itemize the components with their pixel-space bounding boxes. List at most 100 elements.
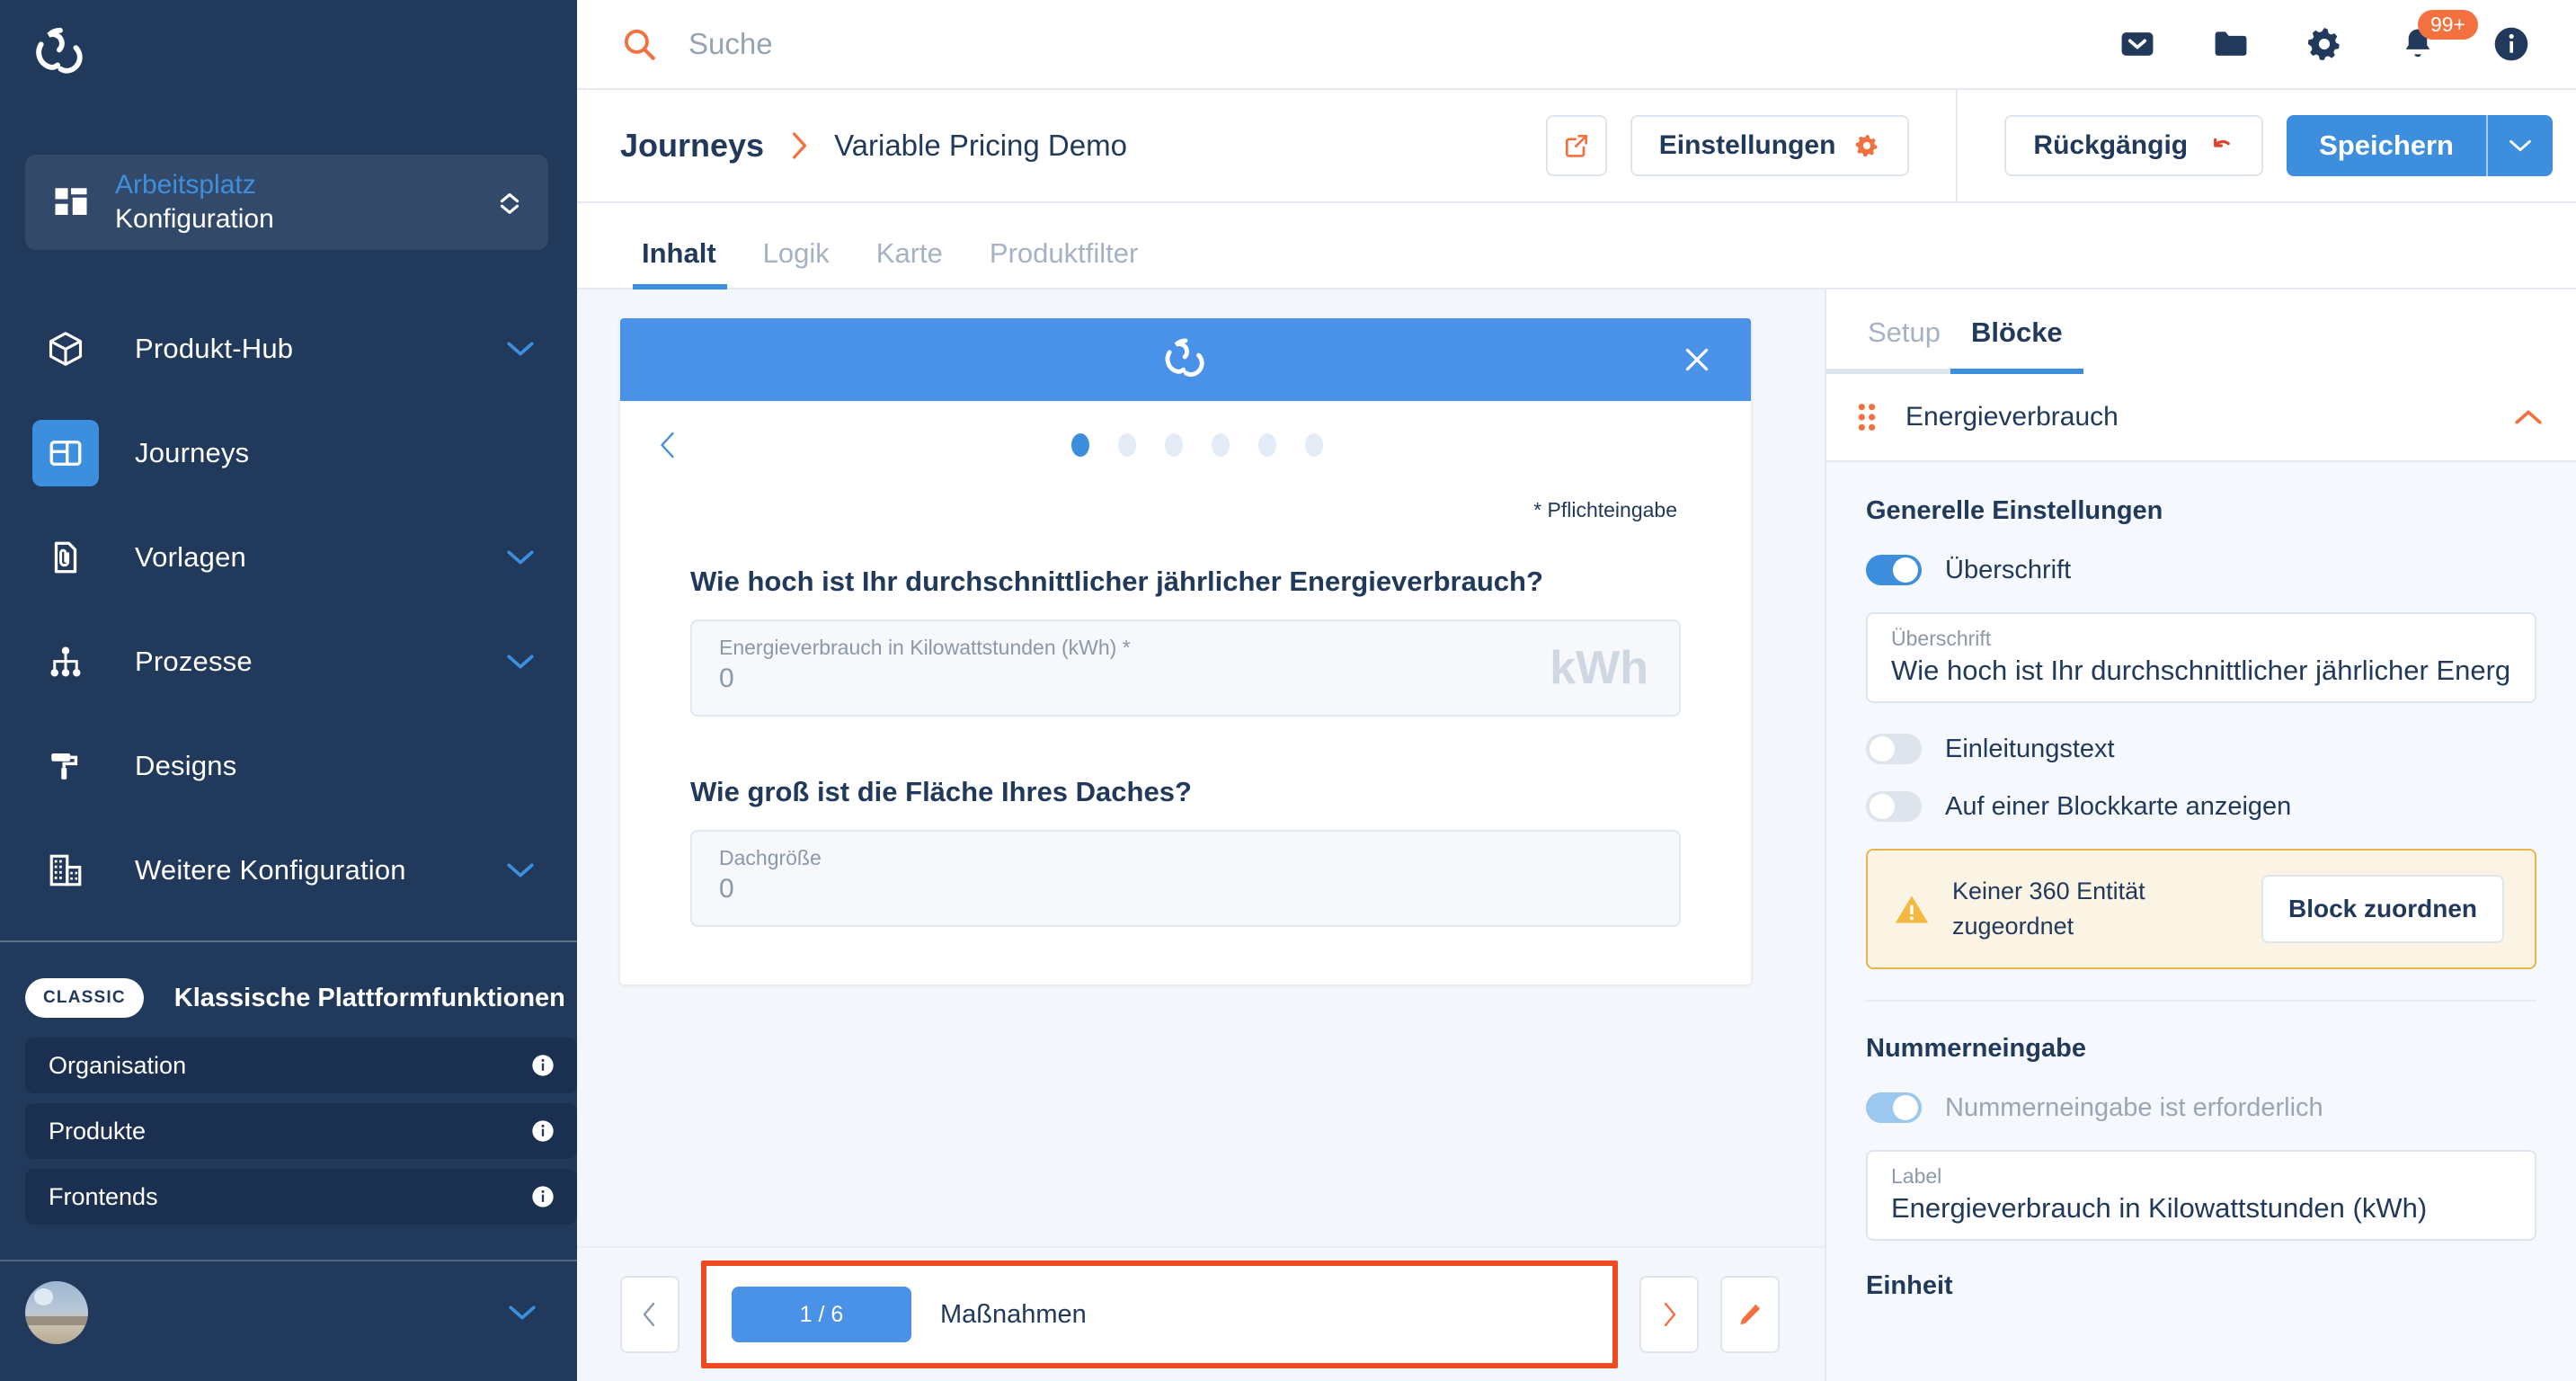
- gear-icon[interactable]: [2305, 24, 2344, 64]
- chevron-down-icon[interactable]: [505, 548, 536, 567]
- classic-items: Organisation Produkte Frontends: [0, 1038, 577, 1234]
- mail-icon[interactable]: [2118, 24, 2157, 64]
- tab-logik[interactable]: Logik: [740, 237, 853, 288]
- block-header[interactable]: Energieverbrauch: [1826, 374, 2576, 462]
- classic-item-label: Organisation: [49, 1051, 187, 1079]
- sidebar-item-designs[interactable]: Designs: [0, 714, 577, 818]
- classic-title: Klassische Plattformfunktionen: [173, 983, 565, 1012]
- settings-button[interactable]: Einstellungen: [1630, 115, 1910, 176]
- sidebar-item-vorlagen[interactable]: Vorlagen: [0, 505, 577, 610]
- toggle-einleitungstext-row[interactable]: Einleitungstext: [1866, 734, 2536, 764]
- prev-page-button[interactable]: [620, 1276, 680, 1353]
- save-dropdown-button[interactable]: [2488, 115, 2553, 176]
- search-input[interactable]: [688, 27, 1156, 61]
- avatar[interactable]: [25, 1281, 88, 1344]
- save-button[interactable]: Speichern: [2287, 115, 2486, 176]
- sidebar-item-organisation[interactable]: Organisation: [25, 1038, 577, 1093]
- primary-nav: Produkt-Hub Journeys Vorlagen Prozesse D…: [0, 297, 577, 922]
- current-page-strip[interactable]: 1 / 6 Maßnahmen: [701, 1261, 1618, 1368]
- block-title: Energieverbrauch: [1905, 402, 2119, 432]
- undo-button[interactable]: Rückgängig: [2004, 115, 2264, 176]
- chevron-left-icon[interactable]: [656, 430, 680, 460]
- drag-dots-icon[interactable]: [1855, 402, 1879, 432]
- close-icon[interactable]: [1681, 343, 1713, 376]
- sidebar-item-frontends[interactable]: Frontends: [25, 1169, 577, 1225]
- general-settings-title: Generelle Einstellungen: [1866, 496, 2163, 525]
- assign-block-button[interactable]: Block zuordnen: [2261, 875, 2505, 944]
- open-external-button[interactable]: [1545, 115, 1607, 176]
- step-dot[interactable]: [1305, 433, 1323, 457]
- step-dot[interactable]: [1118, 433, 1136, 457]
- sidebar-item-weitere-konfiguration[interactable]: Weitere Konfiguration: [0, 818, 577, 922]
- label-text-field[interactable]: Label Energieverbrauch in Kilowattstunde…: [1866, 1150, 2536, 1242]
- global-search[interactable]: [577, 25, 2118, 63]
- sidebar-item-produkt-hub[interactable]: Produkt-Hub: [0, 297, 577, 401]
- sidebar-item-label: Vorlagen: [135, 541, 246, 573]
- chevron-left-icon: [643, 1302, 655, 1327]
- energy-input-field[interactable]: Energieverbrauch in Kilowattstunden (kWh…: [690, 619, 1681, 717]
- chevron-up-down-icon[interactable]: [494, 187, 525, 218]
- inspector-panel: Setup Blöcke Energieverbrauch Generelle …: [1825, 290, 2576, 1381]
- sidebar-item-journeys[interactable]: Journeys: [0, 401, 577, 505]
- warning-triangle-icon: [1895, 895, 1929, 923]
- tab-karte[interactable]: Karte: [853, 237, 966, 288]
- toggle-blockkarte-row[interactable]: Auf einer Blockkarte anzeigen: [1866, 791, 2536, 822]
- refresh-circle-logo-icon: [36, 27, 83, 74]
- toggle-label: Einleitungstext: [1945, 734, 2115, 763]
- user-account-row[interactable]: [0, 1261, 577, 1344]
- step-dot[interactable]: [1212, 433, 1230, 457]
- sidebar-item-prozesse[interactable]: Prozesse: [0, 610, 577, 714]
- sidebar-item-produkte[interactable]: Produkte: [25, 1103, 577, 1159]
- save-button-group[interactable]: Speichern: [2287, 115, 2553, 176]
- next-page-button[interactable]: [1639, 1276, 1699, 1353]
- folder-icon[interactable]: [2211, 24, 2251, 64]
- field-value: 0: [719, 664, 734, 693]
- info-icon[interactable]: [2492, 24, 2531, 64]
- info-icon[interactable]: [530, 1118, 555, 1144]
- step-dot[interactable]: [1165, 433, 1183, 457]
- search-icon[interactable]: [620, 25, 658, 63]
- document-clip-icon: [32, 524, 99, 591]
- tab-inhalt[interactable]: Inhalt: [620, 237, 740, 290]
- pencil-icon: [1740, 1304, 1761, 1325]
- chevron-up-icon[interactable]: [2513, 407, 2544, 427]
- app-logo[interactable]: [0, 0, 577, 117]
- breadcrumb-root[interactable]: Journeys: [620, 127, 764, 165]
- toggle-knob: [1893, 557, 1918, 583]
- field-value: Wie hoch ist Ihr durchschnittlicher jähr…: [1891, 655, 2511, 686]
- toggle-ueberschrift[interactable]: [1866, 555, 1922, 585]
- edit-page-button[interactable]: [1720, 1276, 1780, 1353]
- toggle-number-required-row[interactable]: Nummerneingabe ist erforderlich: [1866, 1092, 2536, 1124]
- toggle-blockkarte[interactable]: [1866, 791, 1922, 822]
- notification-badge: 99+: [2418, 10, 2479, 40]
- chevron-down-icon[interactable]: [507, 1303, 537, 1323]
- warning-text: Keiner 360 Entität zugeordnet: [1952, 878, 2145, 940]
- refresh-circle-logo-icon: [1165, 338, 1204, 378]
- heading-text-field[interactable]: Überschrift Wie hoch ist Ihr durchschnit…: [1866, 612, 2536, 703]
- tab-setup[interactable]: Setup: [1868, 316, 1971, 369]
- nav-chevron-placeholder: [505, 756, 536, 776]
- sidebar-item-label: Designs: [135, 750, 237, 781]
- preview-header: [620, 318, 1751, 401]
- unit-section-title: Einheit: [1866, 1271, 1953, 1301]
- sidebar-item-label: Prozesse: [135, 646, 253, 677]
- paint-roller-icon: [32, 733, 99, 799]
- roof-size-input-field[interactable]: Dachgröße 0: [690, 830, 1681, 927]
- chevron-down-icon[interactable]: [505, 860, 536, 880]
- step-dot[interactable]: [1071, 433, 1089, 457]
- bell-icon[interactable]: 99+: [2398, 10, 2479, 64]
- info-icon[interactable]: [530, 1184, 555, 1209]
- workspace-switcher[interactable]: Arbeitsplatz Konfiguration: [25, 155, 548, 250]
- toggle-number-required[interactable]: [1866, 1092, 1922, 1124]
- inspector-tabs: Setup Blöcke: [1826, 290, 2576, 369]
- toggle-ueberschrift-row[interactable]: Überschrift: [1866, 555, 2536, 585]
- tab-bloecke[interactable]: Blöcke: [1971, 316, 2093, 369]
- step-dot[interactable]: [1258, 433, 1276, 457]
- toggle-einleitungstext[interactable]: [1866, 734, 1922, 764]
- top-bar-icons: 99+: [2118, 10, 2576, 64]
- sidebar-item-label: Weitere Konfiguration: [135, 854, 406, 886]
- info-icon[interactable]: [530, 1053, 555, 1078]
- chevron-down-icon[interactable]: [505, 339, 536, 359]
- chevron-down-icon[interactable]: [505, 652, 536, 672]
- tab-produktfilter[interactable]: Produktfilter: [966, 237, 1161, 288]
